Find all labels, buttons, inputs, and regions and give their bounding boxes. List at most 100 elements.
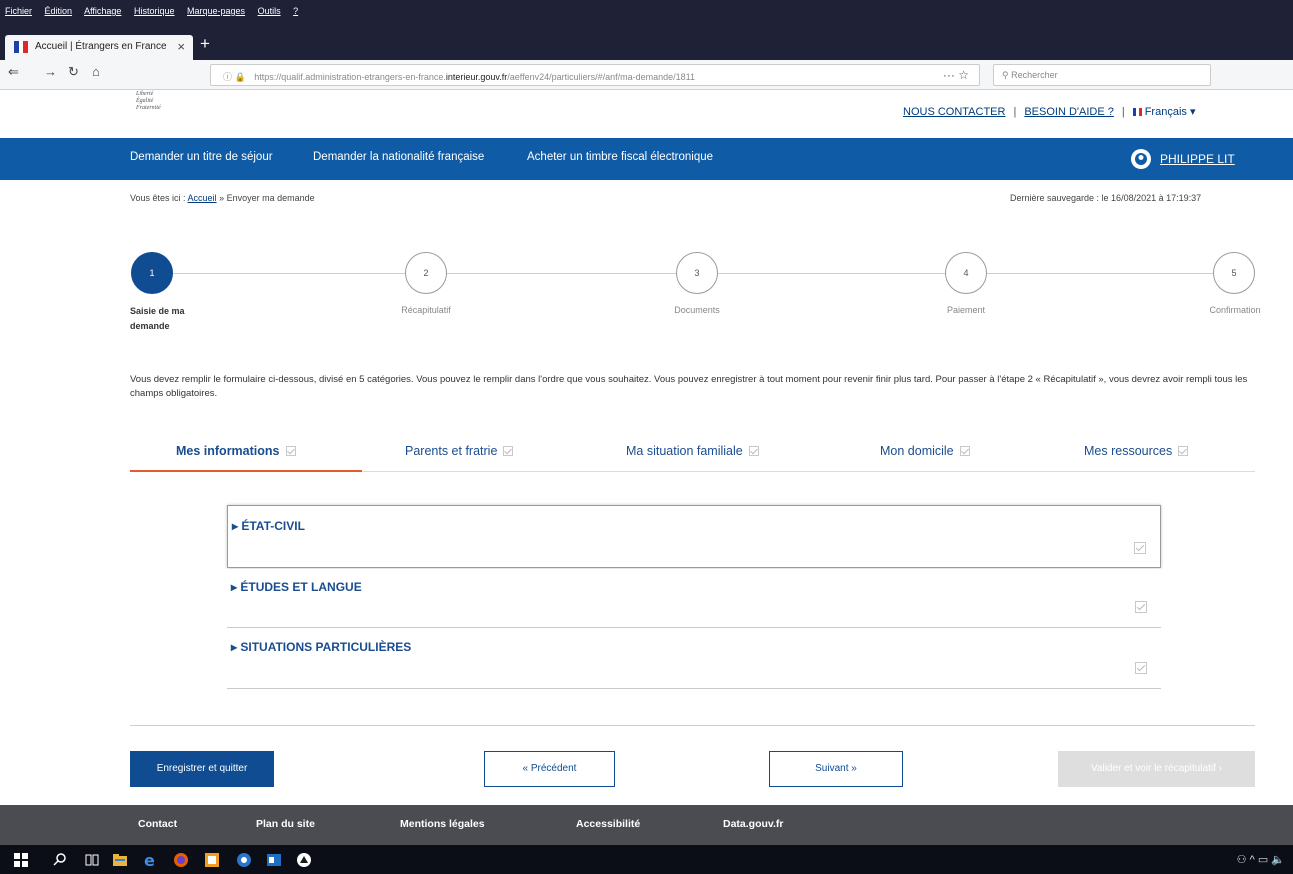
step-1: 1 xyxy=(131,252,173,294)
menu-affichage[interactable]: Affichage xyxy=(84,6,121,16)
tab-mes-ressources[interactable]: Mes ressources xyxy=(1084,444,1189,458)
step-label-4: Paiement xyxy=(946,305,986,315)
section-title: ÉTAT-CIVIL xyxy=(241,519,305,533)
menu-aide[interactable]: ? xyxy=(293,6,298,16)
step-label-1: Saisie de ma demande xyxy=(130,306,185,331)
file-explorer-icon[interactable] xyxy=(112,852,128,868)
section-etudes-langue[interactable]: ▸ ÉTUDES ET LANGUE xyxy=(227,569,1161,628)
tab-parents-fratrie[interactable]: Parents et fratrie xyxy=(405,444,514,458)
menu-historique[interactable]: Historique xyxy=(134,6,175,16)
menu-fichier[interactable]: Fichier xyxy=(5,6,32,16)
search-icon[interactable] xyxy=(52,852,68,868)
reload-icon[interactable]: ↻ xyxy=(68,64,79,80)
stepper-line xyxy=(447,273,676,274)
breadcrumb-home-link[interactable]: Accueil xyxy=(188,193,217,203)
windows-start-icon[interactable] xyxy=(14,853,28,867)
caret-right-icon: ▸ xyxy=(232,519,242,533)
validate-button[interactable]: Valider et voir le récapitulatif › xyxy=(1058,751,1255,787)
previous-button[interactable]: « Précédent xyxy=(484,751,615,787)
app-icon[interactable] xyxy=(236,852,252,868)
checkbox-icon xyxy=(285,446,296,456)
browser-tabbar: Accueil | Étrangers en France × + xyxy=(0,30,1293,60)
new-tab-icon[interactable]: + xyxy=(200,34,210,54)
menu-outils[interactable]: Outils xyxy=(258,6,281,16)
save-quit-button[interactable]: Enregistrer et quitter xyxy=(130,751,274,787)
checkbox-icon xyxy=(503,446,514,456)
chevron-down-icon: ▾ xyxy=(1189,106,1196,118)
search-bar[interactable]: ⚲ Rechercher xyxy=(993,64,1211,86)
task-view-icon[interactable] xyxy=(84,852,100,868)
help-link[interactable]: BESOIN D'AIDE ? xyxy=(1024,106,1114,118)
language-selector[interactable]: Français ▾ xyxy=(1132,106,1196,118)
active-tab-underline xyxy=(130,470,362,472)
search-icon: ⚲ xyxy=(1002,70,1009,80)
stepper-line xyxy=(987,273,1213,274)
checkbox-icon xyxy=(1178,446,1189,456)
url-domain: interieur.gouv.fr xyxy=(445,72,508,82)
back-icon[interactable]: ⇐ xyxy=(8,64,19,80)
nav-nationalite[interactable]: Demander la nationalité française xyxy=(313,151,484,163)
last-save-timestamp: Dernière sauvegarde : le 16/08/2021 à 17… xyxy=(1010,193,1202,203)
stepper-line xyxy=(173,273,405,274)
step-4: 4 xyxy=(945,252,987,294)
url-prefix: https://qualif.administration-etrangers-… xyxy=(254,72,446,82)
footer-data-gouv[interactable]: Data.gouv.fr xyxy=(723,818,783,830)
tab-situation-familiale[interactable]: Ma situation familiale xyxy=(626,444,759,458)
user-icon xyxy=(1131,149,1151,169)
app-icon[interactable] xyxy=(204,852,220,868)
section-etat-civil[interactable]: ▸ ÉTAT-CIVIL xyxy=(227,505,1161,568)
step-label-2: Récapitulatif xyxy=(401,305,451,315)
footer-contact[interactable]: Contact xyxy=(138,818,177,830)
footer-accessibilite[interactable]: Accessibilité xyxy=(576,818,640,830)
people-icon[interactable]: ⚇ xyxy=(1237,854,1247,866)
nav-titre-sejour[interactable]: Demander un titre de séjour xyxy=(130,151,273,163)
windows-taskbar: e ⚇ ^ ▭ 🔈 xyxy=(0,845,1293,874)
edge-icon[interactable]: e xyxy=(143,852,159,868)
network-icon[interactable]: ▭ xyxy=(1258,854,1268,866)
section-title: SITUATIONS PARTICULIÈRES xyxy=(240,640,412,654)
bookmark-star-icon[interactable]: ☆ xyxy=(958,68,969,82)
checkbox-icon xyxy=(748,446,759,456)
main-navigation: Demander un titre de séjour Demander la … xyxy=(0,138,1293,180)
form-divider xyxy=(130,725,1255,726)
contact-link[interactable]: NOUS CONTACTER xyxy=(903,106,1005,118)
page-actions-icon[interactable]: ··· xyxy=(943,68,955,82)
french-flag-icon xyxy=(14,41,29,53)
step-label-3: Documents xyxy=(674,305,720,315)
volume-icon[interactable]: 🔈 xyxy=(1271,854,1285,866)
browser-tab[interactable]: Accueil | Étrangers en France × xyxy=(5,35,193,60)
lock-icon: 🔒 xyxy=(234,72,246,82)
checkbox-icon xyxy=(1135,601,1147,613)
browser-menubar: Fichier Édition Affichage Historique Mar… xyxy=(0,0,1293,30)
checkbox-icon xyxy=(1134,542,1146,554)
next-button[interactable]: Suivant » xyxy=(769,751,903,787)
home-icon[interactable]: ⌂ xyxy=(92,64,100,79)
checkbox-icon xyxy=(959,446,970,456)
menu-marque-pages[interactable]: Marque-pages xyxy=(187,6,245,16)
footer-plan-du-site[interactable]: Plan du site xyxy=(256,818,315,830)
stepper-line xyxy=(718,273,945,274)
section-situations-particulieres[interactable]: ▸ SITUATIONS PARTICULIÈRES xyxy=(227,629,1161,689)
step-2: 2 xyxy=(405,252,447,294)
url-bar[interactable]: ⓘ 🔒 https://qualif.administration-etrang… xyxy=(210,64,980,86)
browser-navbar: ⇐ → ↻ ⌂ ⓘ 🔒 https://qualif.administratio… xyxy=(0,60,1293,90)
outlook-icon[interactable] xyxy=(266,852,282,868)
tab-mon-domicile[interactable]: Mon domicile xyxy=(880,444,970,458)
app-icon[interactable] xyxy=(296,852,312,868)
user-account[interactable]: PHILIPPE LIT xyxy=(1130,146,1235,172)
system-tray[interactable]: ⚇ ^ ▭ 🔈 xyxy=(1237,853,1285,866)
close-tab-icon[interactable]: × xyxy=(177,39,185,54)
tab-mes-informations[interactable]: Mes informations xyxy=(176,444,296,458)
forward-icon[interactable]: → xyxy=(44,64,57,79)
firefox-icon[interactable] xyxy=(173,852,189,868)
top-links: NOUS CONTACTER | BESOIN D'AIDE ? | Français … xyxy=(903,106,1196,118)
breadcrumb: Vous êtes ici : Accueil » Envoyer ma dem… xyxy=(130,193,315,203)
menu-edition[interactable]: Édition xyxy=(45,6,73,16)
nav-timbre-fiscal[interactable]: Acheter un timbre fiscal électronique xyxy=(527,151,713,163)
footer-mentions-legales[interactable]: Mentions légales xyxy=(400,818,485,830)
svg-text:e: e xyxy=(144,852,155,868)
chevron-up-icon[interactable]: ^ xyxy=(1250,854,1255,866)
step-label-5: Confirmation xyxy=(1209,305,1261,315)
step-5: 5 xyxy=(1213,252,1255,294)
info-icon[interactable]: ⓘ xyxy=(223,72,232,82)
